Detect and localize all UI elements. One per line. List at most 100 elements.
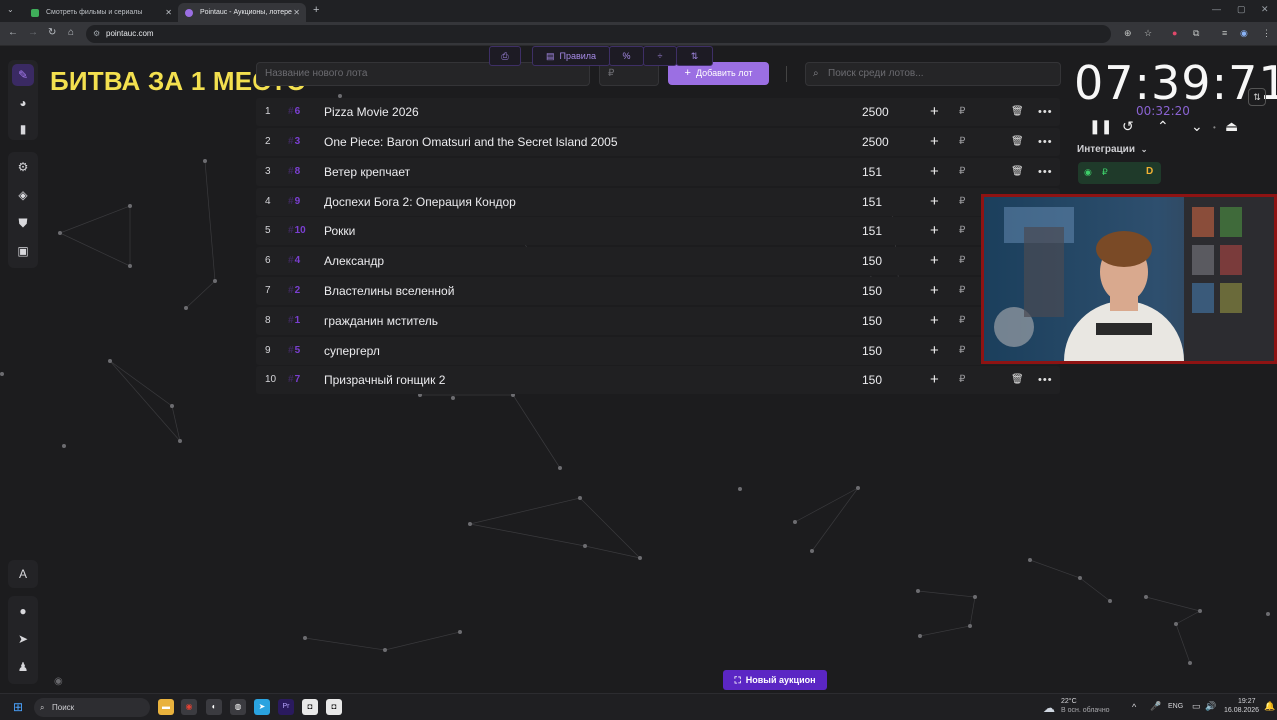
maximize-icon[interactable]: ▢: [1237, 4, 1246, 15]
language-indicator[interactable]: ENG: [1168, 703, 1183, 710]
github-icon[interactable]: ●: [12, 600, 34, 622]
user-icon[interactable]: ♟: [12, 656, 34, 678]
more-icon[interactable]: •••: [1038, 158, 1053, 186]
lot-name[interactable]: Александр: [324, 247, 384, 275]
integrations-toggle[interactable]: Интеграции ⌄: [1077, 144, 1147, 155]
eject-icon[interactable]: ⏏: [1225, 118, 1238, 135]
split-icon[interactable]: ÷: [643, 46, 677, 66]
add-amount-icon[interactable]: +: [930, 217, 939, 245]
chevron-up-icon[interactable]: ⌃: [1157, 118, 1169, 135]
trash-icon[interactable]: 🗑: [1011, 158, 1024, 186]
app-icon[interactable]: ◘: [302, 699, 318, 715]
bar-chart-icon[interactable]: ▮: [12, 118, 34, 140]
add-amount-icon[interactable]: +: [930, 307, 939, 335]
new-auction-button[interactable]: ⛶ Новый аукцион: [723, 670, 827, 690]
telegram-icon[interactable]: ➤: [12, 628, 34, 650]
windows-start-icon[interactable]: ⊞: [10, 699, 26, 715]
close-tab-icon[interactable]: ✕: [165, 3, 172, 22]
microphone-icon[interactable]: 🎤: [1150, 701, 1161, 712]
layers-icon[interactable]: ◈: [12, 184, 34, 206]
network-icon[interactable]: ▭: [1192, 701, 1201, 712]
file-explorer-icon[interactable]: ▬: [158, 699, 174, 715]
pen-icon[interactable]: ✎: [12, 64, 34, 86]
lot-row[interactable]: 5 #10 Рокки 151 + ₽: [256, 217, 1060, 245]
add-amount-icon[interactable]: +: [930, 247, 939, 275]
lot-search-input[interactable]: ⌕ Поиск среди лотов...: [805, 62, 1061, 86]
site-info-icon[interactable]: ⚙: [93, 25, 100, 43]
chrome-icon[interactable]: ◉: [181, 699, 197, 715]
trash-icon[interactable]: 🗑: [1011, 128, 1024, 156]
forward-icon[interactable]: →: [28, 27, 38, 38]
donation-service-icon[interactable]: D: [1146, 166, 1153, 177]
ruble-icon[interactable]: ₽: [959, 217, 965, 245]
bookmark-star-icon[interactable]: ☆: [1144, 28, 1152, 39]
lot-row[interactable]: 1 #6 Pizza Movie 2026 2500 + ₽ 🗑 •••: [256, 98, 1060, 126]
gear-icon[interactable]: ⚙: [12, 156, 34, 178]
lot-name[interactable]: One Piece: Baron Omatsuri and the Secret…: [324, 128, 618, 156]
url-field[interactable]: ⚙ pointauc.com: [86, 25, 1111, 43]
ruble-icon[interactable]: ₽: [959, 98, 965, 126]
rules-button[interactable]: ▤ Правила: [532, 46, 610, 66]
sort-icon[interactable]: ⇅: [676, 46, 713, 66]
lot-name[interactable]: Призрачный гонщик 2: [324, 366, 445, 394]
clock-time[interactable]: 19:27: [1238, 698, 1256, 705]
eye-icon[interactable]: ◉: [54, 676, 63, 687]
pause-icon[interactable]: ❚❚: [1089, 118, 1112, 135]
volume-icon[interactable]: 🔊: [1205, 701, 1216, 712]
extension-icon[interactable]: ●: [1172, 28, 1177, 38]
shield-icon[interactable]: ⛊: [12, 212, 34, 234]
tab-pointauc[interactable]: Pointauc - Аукционы, лотере ✕: [178, 3, 306, 22]
obs-icon[interactable]: ◍: [230, 699, 246, 715]
add-amount-icon[interactable]: +: [930, 98, 939, 126]
back-icon[interactable]: ←: [8, 27, 18, 38]
ruble-icon[interactable]: ₽: [959, 247, 965, 275]
tab-movies[interactable]: Смотреть фильмы и сериалы ✕: [24, 3, 178, 22]
lot-name[interactable]: Властелины вселенной: [324, 277, 454, 305]
lot-row[interactable]: 8 #1 гражданин мститель 150 + ₽: [256, 307, 1060, 335]
lot-name[interactable]: Pizza Movie 2026: [324, 98, 419, 126]
lot-row[interactable]: 3 #8 Ветер крепчает 151 + ₽ 🗑 •••: [256, 158, 1060, 186]
add-amount-icon[interactable]: +: [930, 158, 939, 186]
extensions-puzzle-icon[interactable]: ⧉: [1193, 28, 1199, 39]
tab-list-icon[interactable]: ⌄: [7, 5, 14, 14]
ruble-icon[interactable]: ₽: [959, 366, 965, 394]
add-amount-icon[interactable]: +: [930, 366, 939, 394]
telegram-icon[interactable]: ➤: [254, 699, 270, 715]
home-icon[interactable]: ⌂: [68, 27, 74, 38]
trash-icon[interactable]: 🗑: [1011, 98, 1024, 126]
ruble-icon[interactable]: ₽: [959, 188, 965, 216]
profile-avatar-icon[interactable]: ◉: [1240, 28, 1248, 39]
translate-page-icon[interactable]: ⊕: [1124, 28, 1132, 39]
reading-list-icon[interactable]: ≡: [1222, 28, 1227, 38]
ruble-icon[interactable]: ₽: [1102, 167, 1108, 178]
lot-row[interactable]: 6 #4 Александр 150 + ₽: [256, 247, 1060, 275]
tray-chevron-icon[interactable]: ^: [1132, 702, 1136, 712]
weather-cloud-icon[interactable]: ☁: [1043, 701, 1055, 715]
lot-row[interactable]: 9 #5 супергерл 150 + ₽: [256, 337, 1060, 365]
app-icon[interactable]: ◘: [326, 699, 342, 715]
close-tab-icon[interactable]: ✕: [293, 3, 300, 22]
save-icon[interactable]: ⎙: [489, 46, 521, 66]
more-icon[interactable]: •••: [1038, 128, 1053, 156]
close-window-icon[interactable]: ✕: [1261, 4, 1269, 15]
lot-name[interactable]: Рокки: [324, 217, 355, 245]
notifications-icon[interactable]: 🔔: [1264, 701, 1275, 712]
ruble-icon[interactable]: ₽: [959, 307, 965, 335]
add-amount-icon[interactable]: +: [930, 188, 939, 216]
lot-name[interactable]: супергерл: [324, 337, 380, 365]
add-amount-icon[interactable]: +: [930, 277, 939, 305]
trash-icon[interactable]: 🗑: [1011, 366, 1024, 394]
minimize-icon[interactable]: —: [1212, 4, 1221, 14]
ruble-icon[interactable]: ₽: [959, 337, 965, 365]
ruble-icon[interactable]: ₽: [959, 128, 965, 156]
browser-menu-icon[interactable]: ⋮: [1262, 28, 1271, 39]
lot-row[interactable]: 10 #7 Призрачный гонщик 2 150 + ₽ 🗑 •••: [256, 366, 1060, 394]
translate-icon[interactable]: A: [12, 563, 34, 585]
swap-icon[interactable]: ⇅: [1248, 88, 1266, 106]
lot-row[interactable]: 4 #9 Доспехи Бога 2: Операция Кондор 151…: [256, 188, 1060, 216]
taskbar-search[interactable]: ⌕ Поиск: [34, 698, 150, 717]
clock-date[interactable]: 16.08.2026: [1224, 707, 1259, 714]
reset-icon[interactable]: ↺: [1122, 118, 1134, 135]
ruble-icon[interactable]: ₽: [959, 277, 965, 305]
lot-name[interactable]: Ветер крепчает: [324, 158, 410, 186]
